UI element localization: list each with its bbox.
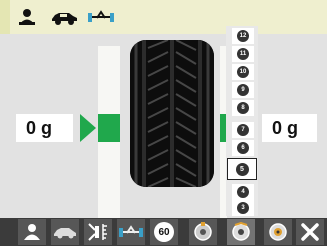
left-arrow-indicator — [80, 114, 96, 142]
wheel-weight-button[interactable] — [189, 219, 217, 245]
position-option-selected[interactable]: 5 — [227, 158, 257, 180]
axle-button[interactable] — [117, 219, 145, 245]
axle-icon — [119, 224, 143, 240]
close-icon — [301, 223, 319, 241]
position-option-label: 9 — [237, 84, 249, 96]
person-icon — [23, 223, 41, 241]
position-option[interactable]: 11 — [232, 46, 254, 62]
top-bar — [0, 0, 327, 34]
person-icon — [18, 8, 36, 26]
position-option-label: 8 — [237, 102, 249, 114]
vehicle-button[interactable] — [51, 219, 79, 245]
tire-image — [130, 40, 214, 187]
position-option-label: 4 — [237, 186, 249, 198]
left-weight-value: 0 g — [16, 114, 73, 142]
position-option-label: 6 — [237, 142, 249, 154]
position-option[interactable]: 4 — [232, 184, 254, 200]
car-icon — [53, 225, 77, 239]
position-option-label: 11 — [237, 48, 249, 60]
car-icon — [50, 8, 78, 26]
position-option-label: 12 — [237, 30, 249, 42]
rim-measure-button[interactable] — [84, 219, 112, 245]
wheel-weight-icon — [193, 222, 213, 242]
position-option[interactable]: 12 — [232, 28, 254, 44]
left-plane-marker — [98, 114, 120, 142]
position-option[interactable]: 10 — [232, 64, 254, 80]
wheel-hub-button[interactable] — [264, 219, 292, 245]
position-option[interactable]: 3 — [232, 200, 254, 216]
bottom-toolbar: 60 — [0, 218, 327, 246]
position-option-label: 5 — [235, 162, 249, 176]
position-option-label: 7 — [237, 124, 249, 136]
position-option[interactable]: 6 — [232, 140, 254, 156]
person-button[interactable] — [18, 219, 46, 245]
balance-view: 0 g 0 g — [0, 34, 327, 221]
close-button[interactable] — [296, 219, 324, 245]
position-option[interactable]: 8 — [232, 100, 254, 116]
wheel-hub-icon — [268, 222, 288, 242]
position-selector[interactable]: 12 11 10 9 8 7 6 5 4 3 — [226, 26, 258, 216]
position-option-label: 10 — [237, 66, 249, 78]
speed-button[interactable]: 60 — [150, 219, 178, 245]
right-weight-value: 0 g — [262, 114, 317, 142]
position-option[interactable]: 9 — [232, 82, 254, 98]
top-bar-accent — [0, 0, 10, 34]
position-option[interactable]: 7 — [232, 122, 254, 138]
axle-icon — [88, 8, 114, 26]
wheel-spin-icon — [231, 222, 251, 242]
rim-measure-icon — [87, 222, 109, 242]
speed-badge-icon: 60 — [154, 222, 174, 242]
wheel-spin-button[interactable] — [227, 219, 255, 245]
position-option-label: 3 — [237, 202, 249, 214]
